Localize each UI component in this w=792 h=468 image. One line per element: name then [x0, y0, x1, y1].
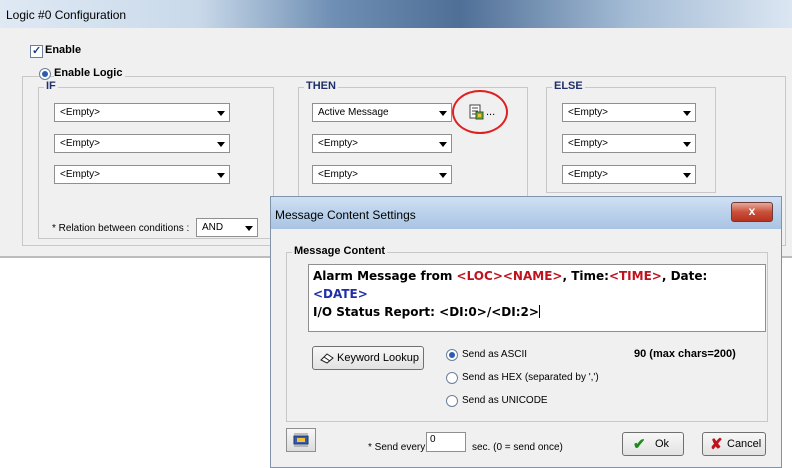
relation-select[interactable]: AND	[196, 218, 258, 237]
then-action-2-value: <Empty>	[318, 138, 359, 149]
close-button[interactable]: x	[731, 202, 773, 222]
keyword-name: <NAME>	[502, 269, 563, 283]
if-condition-3-select[interactable]: <Empty>	[54, 165, 230, 184]
logic-window-titlebar[interactable]: Logic #0 Configuration	[0, 0, 792, 28]
enable-checkbox[interactable]	[30, 44, 43, 58]
then-action-2-select[interactable]: <Empty>	[312, 134, 452, 153]
message-wizard-icon[interactable]	[468, 104, 484, 120]
send-hex-label: Send as HEX (separated by ',')	[462, 372, 599, 383]
chevron-down-icon	[439, 142, 447, 147]
keyword-date: <DATE>	[313, 287, 368, 301]
send-every-suffix: sec. (0 = send once)	[472, 442, 563, 453]
message-text-area[interactable]: Alarm Message from <LOC><NAME>, Time:<TI…	[308, 264, 766, 332]
if-label: IF	[44, 80, 58, 92]
enable-logic-radio[interactable]	[39, 68, 51, 80]
chevron-down-icon	[217, 142, 225, 147]
then-action-3-value: <Empty>	[318, 169, 359, 180]
tool-button[interactable]	[286, 428, 316, 452]
chevron-down-icon	[439, 111, 447, 116]
send-every-input[interactable]: 0	[426, 432, 466, 452]
chevron-down-icon	[217, 173, 225, 178]
chevron-down-icon	[245, 226, 253, 231]
send-ascii-label: Send as ASCII	[462, 349, 528, 360]
if-condition-1-value: <Empty>	[60, 107, 101, 118]
message-mid-text: , Time:	[562, 269, 609, 283]
keyword-time: <TIME>	[608, 269, 662, 283]
send-unicode-radio[interactable]	[446, 395, 458, 407]
send-unicode-label: Send as UNICODE	[462, 395, 548, 406]
send-every-value: 0	[430, 434, 436, 445]
message-content-label: Message Content	[292, 245, 388, 257]
else-label: ELSE	[552, 80, 585, 92]
then-action-3-select[interactable]: <Empty>	[312, 165, 452, 184]
message-line-1: Alarm Message from <LOC><NAME>, Time:<TI…	[313, 267, 761, 303]
chevron-down-icon	[683, 173, 691, 178]
text-caret	[538, 305, 540, 318]
chevron-down-icon	[683, 142, 691, 147]
else-action-2-select[interactable]: <Empty>	[562, 134, 696, 153]
chevron-down-icon	[439, 173, 447, 178]
cancel-x-icon: ✘	[710, 436, 723, 453]
logic-window-title: Logic #0 Configuration	[6, 8, 127, 22]
relation-value: AND	[202, 222, 224, 233]
then-action-1-value: Active Message	[318, 107, 389, 118]
then-label: THEN	[304, 80, 338, 92]
then-action-1-select[interactable]: Active Message	[312, 103, 452, 122]
keyword-lookup-button[interactable]: Keyword Lookup	[312, 346, 424, 370]
if-condition-3-value: <Empty>	[60, 169, 101, 180]
message-line-2-text: I/O Status Report: <DI:0>/<DI:2>	[313, 305, 539, 319]
if-condition-1-select[interactable]: <Empty>	[54, 103, 230, 122]
checkmark-icon: ✔	[633, 436, 646, 453]
else-action-3-select[interactable]: <Empty>	[562, 165, 696, 184]
message-mid2-text: , Date:	[661, 269, 708, 283]
keyword-loc: <LOC>	[456, 269, 503, 283]
enable-label: Enable	[45, 44, 82, 56]
send-hex-radio[interactable]	[446, 372, 458, 384]
eraser-icon	[320, 353, 334, 364]
if-condition-2-value: <Empty>	[60, 138, 101, 149]
enable-logic-label: Enable Logic	[54, 67, 126, 79]
if-condition-2-select[interactable]: <Empty>	[54, 134, 230, 153]
send-ascii-radio[interactable]	[446, 349, 458, 361]
else-action-2-value: <Empty>	[568, 138, 609, 149]
else-action-1-select[interactable]: <Empty>	[562, 103, 696, 122]
message-line-2: I/O Status Report: <DI:0>/<DI:2>	[313, 303, 761, 321]
cancel-label: Cancel	[727, 438, 762, 450]
chip-icon	[293, 433, 309, 447]
chevron-down-icon	[683, 111, 691, 116]
dialog-titlebar[interactable]: Message Content Settings x	[271, 197, 781, 229]
else-action-1-value: <Empty>	[568, 107, 609, 118]
dialog-title: Message Content Settings	[275, 208, 416, 222]
char-count: 90 (max chars=200)	[634, 348, 736, 360]
ok-button[interactable]: ✔ Ok	[622, 432, 684, 456]
else-action-3-value: <Empty>	[568, 169, 609, 180]
ok-label: Ok	[655, 438, 670, 450]
keyword-lookup-label: Keyword Lookup	[337, 352, 419, 364]
message-prefix-text: Alarm Message from	[313, 269, 457, 283]
cancel-button[interactable]: ✘ Cancel	[702, 432, 766, 456]
chevron-down-icon	[217, 111, 225, 116]
wizard-ellipsis-button[interactable]: ...	[486, 106, 495, 118]
relation-label: * Relation between conditions :	[52, 223, 190, 234]
send-every-label: * Send every	[368, 442, 426, 453]
